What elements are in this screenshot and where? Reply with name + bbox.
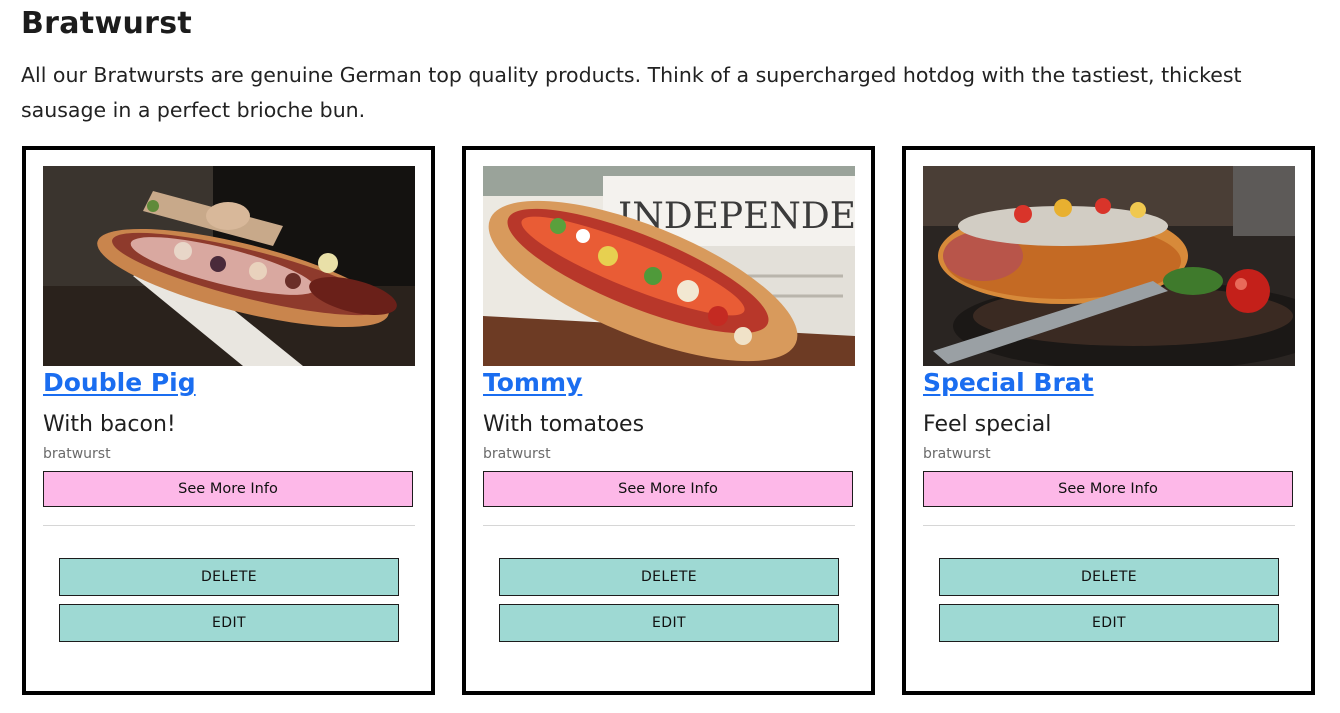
delete-button[interactable]: DELETE: [939, 558, 1279, 596]
product-image-tommy: INDEPENDEN: [483, 166, 855, 366]
delete-button[interactable]: DELETE: [59, 558, 399, 596]
product-card-double-pig: Double Pig With bacon! bratwurst See Mor…: [22, 146, 435, 695]
page-description: All our Bratwursts are genuine German to…: [21, 63, 1242, 122]
product-tagline: Feel special: [923, 412, 1052, 437]
product-name-link[interactable]: Tommy: [483, 368, 582, 397]
edit-button[interactable]: EDIT: [939, 604, 1279, 642]
see-more-info-button[interactable]: See More Info: [43, 471, 413, 507]
delete-button[interactable]: DELETE: [499, 558, 839, 596]
product-category: bratwurst: [43, 446, 111, 462]
page-title: Bratwurst: [21, 6, 193, 41]
product-category: bratwurst: [483, 446, 551, 462]
edit-button[interactable]: EDIT: [59, 604, 399, 642]
see-more-info-button[interactable]: See More Info: [923, 471, 1293, 507]
edit-button[interactable]: EDIT: [499, 604, 839, 642]
product-image-special-brat: [923, 166, 1295, 366]
card-divider: [483, 525, 855, 526]
product-card-special-brat: Special Brat Feel special bratwurst See …: [902, 146, 1315, 695]
card-divider: [923, 525, 1295, 526]
card-divider: [43, 525, 415, 526]
product-tagline: With tomatoes: [483, 412, 645, 437]
product-name-link[interactable]: Double Pig: [43, 368, 196, 397]
product-card-tommy: INDEPENDEN Tommy With tomatoes bratwurst…: [462, 146, 875, 695]
page: Bratwurst All our Bratwursts are genuine…: [0, 0, 1340, 713]
product-category: bratwurst: [923, 446, 991, 462]
product-image-double-pig: [43, 166, 415, 366]
product-tagline: With bacon!: [43, 412, 176, 437]
see-more-info-button[interactable]: See More Info: [483, 471, 853, 507]
product-name-link[interactable]: Special Brat: [923, 368, 1094, 397]
